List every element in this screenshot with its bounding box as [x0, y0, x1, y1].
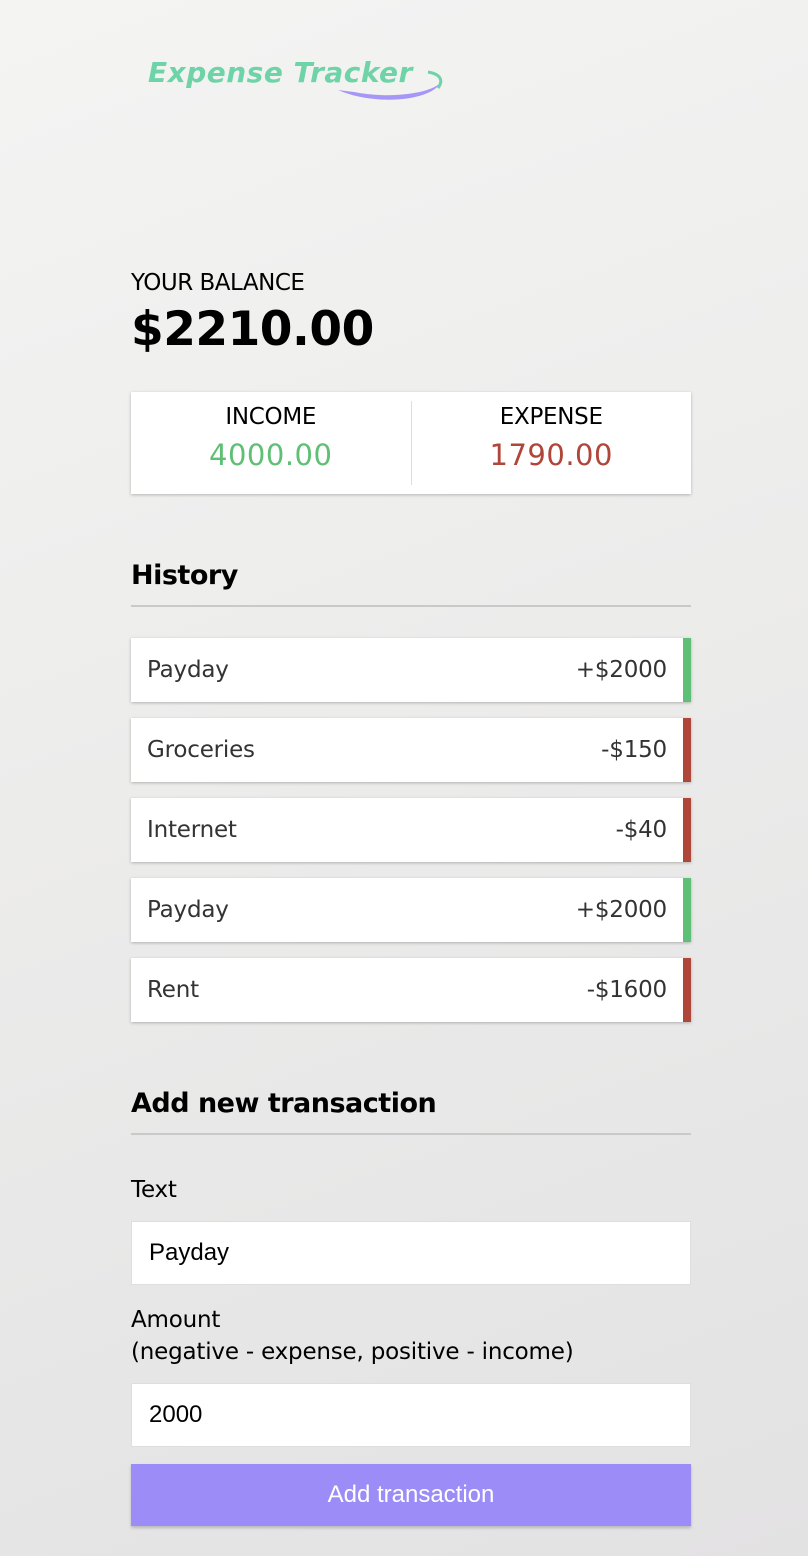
transaction-item[interactable]: Payday +$2000: [131, 878, 691, 942]
income-value: 4000.00: [209, 438, 333, 472]
expense-indicator: [683, 958, 691, 1022]
amount-input[interactable]: [131, 1383, 691, 1447]
app-logo: Expense Tracker: [148, 54, 448, 104]
transaction-text: Rent: [147, 977, 199, 1003]
transaction-text: Internet: [147, 817, 237, 843]
income-indicator: [683, 638, 691, 702]
transaction-amount: -$150: [601, 737, 667, 763]
income-label: INCOME: [225, 404, 317, 430]
expense-indicator: [683, 718, 691, 782]
transaction-amount: +$2000: [575, 897, 667, 923]
transaction-item[interactable]: Rent -$1600: [131, 958, 691, 1022]
expense-label: EXPENSE: [499, 404, 603, 430]
expense-indicator: [683, 798, 691, 862]
transaction-amount: -$40: [615, 817, 668, 843]
add-transaction-button[interactable]: Add transaction: [131, 1464, 691, 1526]
expense-value: 1790.00: [489, 438, 613, 472]
transaction-text: Payday: [147, 657, 229, 683]
amount-field-label: Amount (negative - expense, positive - i…: [131, 1304, 691, 1368]
transaction-item[interactable]: Internet -$40: [131, 798, 691, 862]
income-expense-card: INCOME 4000.00 EXPENSE 1790.00: [131, 392, 691, 494]
history-list: Payday +$2000 Groceries -$150 Internet -…: [131, 638, 691, 1038]
add-transaction-title: Add new transaction: [131, 1088, 691, 1135]
income-column: INCOME 4000.00: [131, 392, 411, 494]
logo-swoosh-icon: [338, 70, 443, 100]
income-indicator: [683, 878, 691, 942]
transaction-amount: -$1600: [586, 977, 667, 1003]
balance-label: YOUR BALANCE: [131, 270, 305, 296]
transaction-item[interactable]: Payday +$2000: [131, 638, 691, 702]
text-field-label: Text: [131, 1177, 177, 1203]
amount-hint: (negative - expense, positive - income): [131, 1339, 574, 1365]
transaction-item[interactable]: Groceries -$150: [131, 718, 691, 782]
history-title: History: [131, 560, 691, 607]
transaction-text: Groceries: [147, 737, 255, 763]
expense-column: EXPENSE 1790.00: [412, 392, 692, 494]
text-input[interactable]: [131, 1221, 691, 1285]
balance-value: $2210.00: [131, 302, 374, 357]
transaction-text: Payday: [147, 897, 229, 923]
transaction-amount: +$2000: [575, 657, 667, 683]
amount-label: Amount: [131, 1307, 221, 1333]
